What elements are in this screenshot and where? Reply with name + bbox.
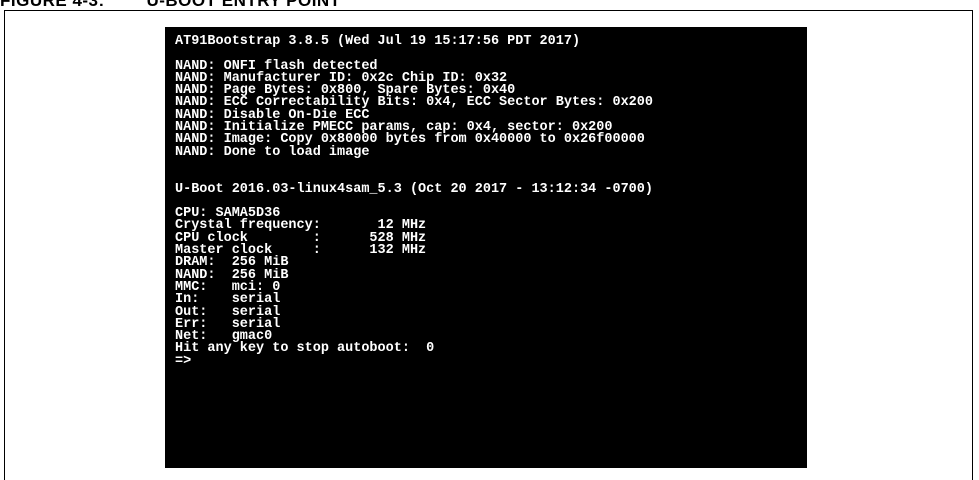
command-prompt[interactable]: =>: [175, 354, 807, 368]
nand-line: NAND: Done to load image: [175, 144, 370, 160]
uboot-header: U-Boot 2016.03-linux4sam_5.3 (Oct 20 201…: [175, 181, 653, 197]
autoboot-prompt: Hit any key to stop autoboot: 0: [175, 341, 435, 357]
terminal-window: AT91Bootstrap 3.8.5 (Wed Jul 19 15:17:56…: [165, 27, 807, 468]
bootstrap-header: AT91Bootstrap 3.8.5 (Wed Jul 19 15:17:56…: [175, 34, 581, 49]
